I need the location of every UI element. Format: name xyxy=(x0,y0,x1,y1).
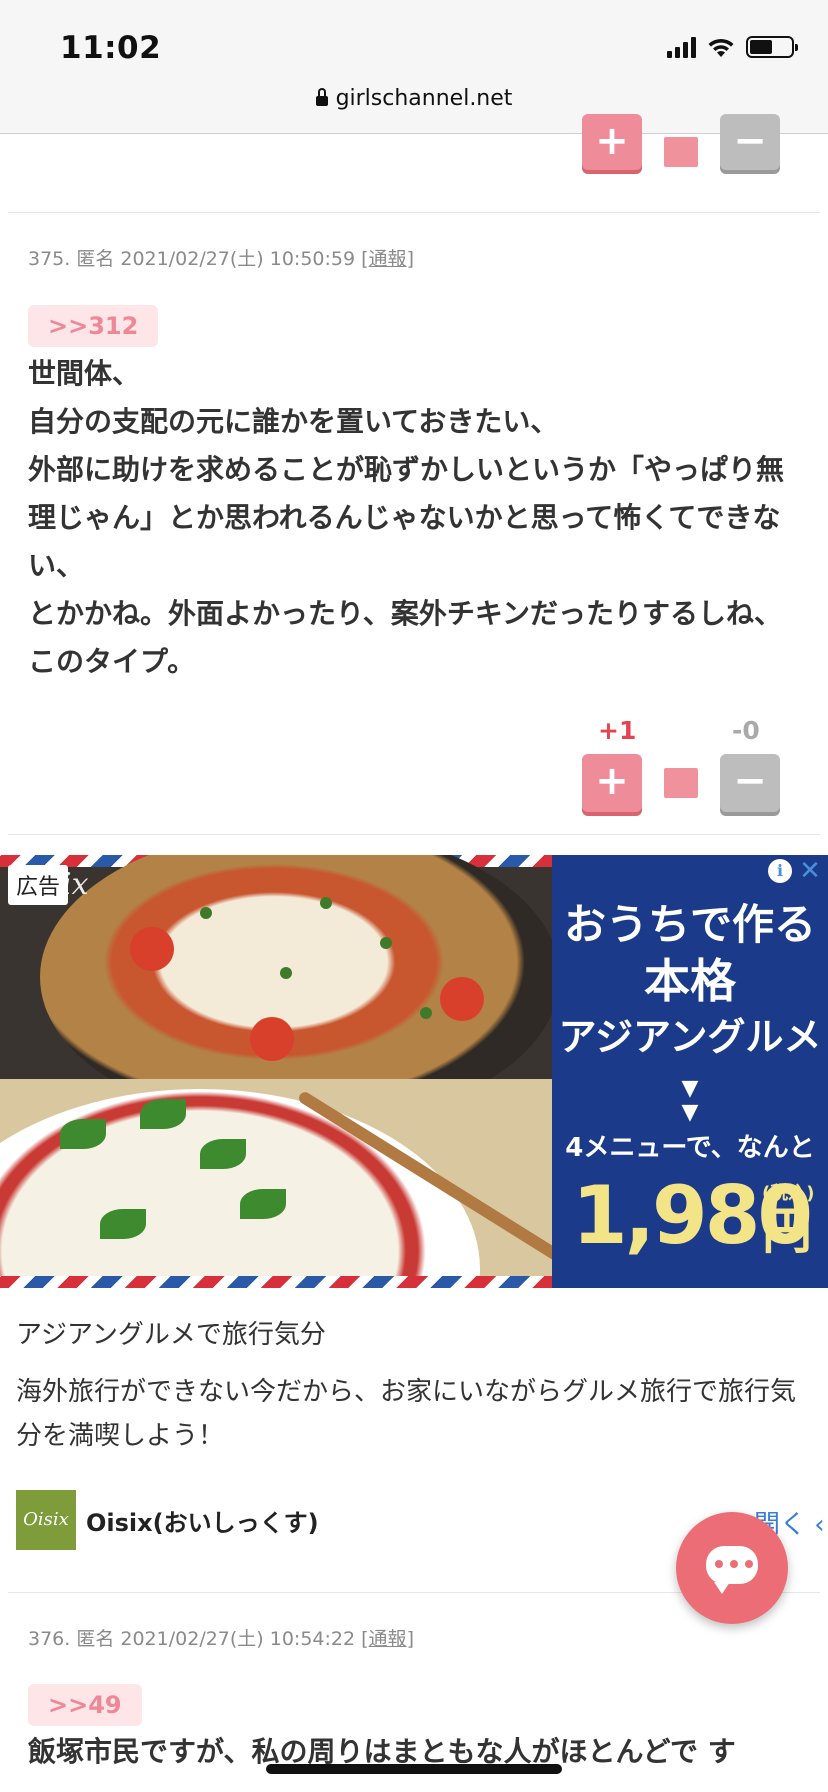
vote-minus-button[interactable]: − xyxy=(720,754,780,812)
address-bar[interactable]: girlschannel.net xyxy=(0,86,828,111)
ad-headline-1: おうちで作る xyxy=(563,900,816,949)
airmail-stripe xyxy=(0,1276,552,1288)
ad-text-panel: i ✕ おうちで作る 本格 アジアングルメ ▼ ▼ 4メニューで、なんと 1,98… xyxy=(552,855,828,1288)
browser-top-bar: 11:02 girlschannel.net xyxy=(0,0,828,134)
ad-food-photo: ix 広告 xyxy=(0,855,552,1288)
ad-banner[interactable]: ix 広告 i ✕ おうちで作る 本格 アジアングルメ ▼ ▼ 4メニューで、なん… xyxy=(0,855,828,1288)
advertiser-name: Oisix(おいしっくす) xyxy=(86,1508,319,1537)
reply-anchor-link[interactable]: >>312 xyxy=(28,305,159,347)
ad-label-badge: 広告 xyxy=(8,865,69,905)
vote-minus-button[interactable]: − xyxy=(720,114,780,170)
ad-headline-3: アジアングルメ xyxy=(558,1015,822,1059)
status-time: 11:02 xyxy=(60,30,162,66)
ad-headline-2: 本格 xyxy=(644,954,736,1008)
ad-menu-text: 4メニューで、なんと xyxy=(565,1133,815,1163)
ad-close-icon[interactable]: ✕ xyxy=(798,858,822,884)
wifi-icon xyxy=(708,38,734,57)
comment-meta-text: 376. 匿名 2021/02/27(土) 10:54:22 [ xyxy=(28,1628,369,1650)
reply-anchor-link[interactable]: >>49 xyxy=(28,1684,142,1726)
comment-meta-end: ] xyxy=(406,248,414,270)
advertiser-logo: Oisix xyxy=(16,1490,76,1550)
prev-comment-vote: + − xyxy=(582,114,780,170)
ad-yen: 円 xyxy=(762,1202,812,1260)
vote-plus-button[interactable]: + xyxy=(582,114,642,170)
vote-plus-button[interactable]: + xyxy=(582,754,642,812)
comment-meta-text: 375. 匿名 2021/02/27(土) 10:50:59 [ xyxy=(28,248,369,270)
cellular-signal-icon xyxy=(667,36,696,58)
report-link[interactable]: 通報 xyxy=(369,1628,407,1650)
system-icons xyxy=(667,36,798,58)
chevron-down-icon: ▼ ▼ xyxy=(681,1076,699,1125)
minus-count: -0 xyxy=(732,716,760,745)
ad-title[interactable]: アジアングルメで旅行気分 xyxy=(16,1314,326,1351)
comment-375-vote: + − xyxy=(582,754,780,812)
ad-info-icon[interactable]: i xyxy=(768,859,792,883)
lock-icon xyxy=(315,88,328,106)
comment-divider xyxy=(8,834,820,835)
comment-meta-end: ] xyxy=(406,1628,414,1650)
ad-advertiser[interactable]: Oisix Oisix(おいしっくす) xyxy=(16,1490,319,1550)
comment-meta-375: 375. 匿名 2021/02/27(土) 10:50:59 [通報] xyxy=(28,244,414,271)
chat-fab-button[interactable] xyxy=(676,1512,788,1624)
comment-body-375: 世間体、 自分の支配の元に誰かを置いておきたい、 外部に助けを求めることが恥ずか… xyxy=(28,357,785,678)
dish-bottom-image xyxy=(0,1079,552,1288)
home-indicator[interactable] xyxy=(266,1764,562,1774)
battery-icon xyxy=(746,36,798,58)
vote-ratio-indicator xyxy=(664,137,698,167)
comment-meta-376: 376. 匿名 2021/02/27(土) 10:54:22 [通報] xyxy=(28,1624,414,1651)
comment-divider xyxy=(8,212,820,213)
vote-ratio-indicator xyxy=(664,768,698,798)
url-text: girlschannel.net xyxy=(335,86,513,111)
plus-count: +1 xyxy=(598,716,637,745)
report-link[interactable]: 通報 xyxy=(369,248,407,270)
ad-description: 海外旅行ができない今だから、お家にいながらグルメ旅行で旅行気分を満喫しよう！ xyxy=(16,1377,797,1451)
